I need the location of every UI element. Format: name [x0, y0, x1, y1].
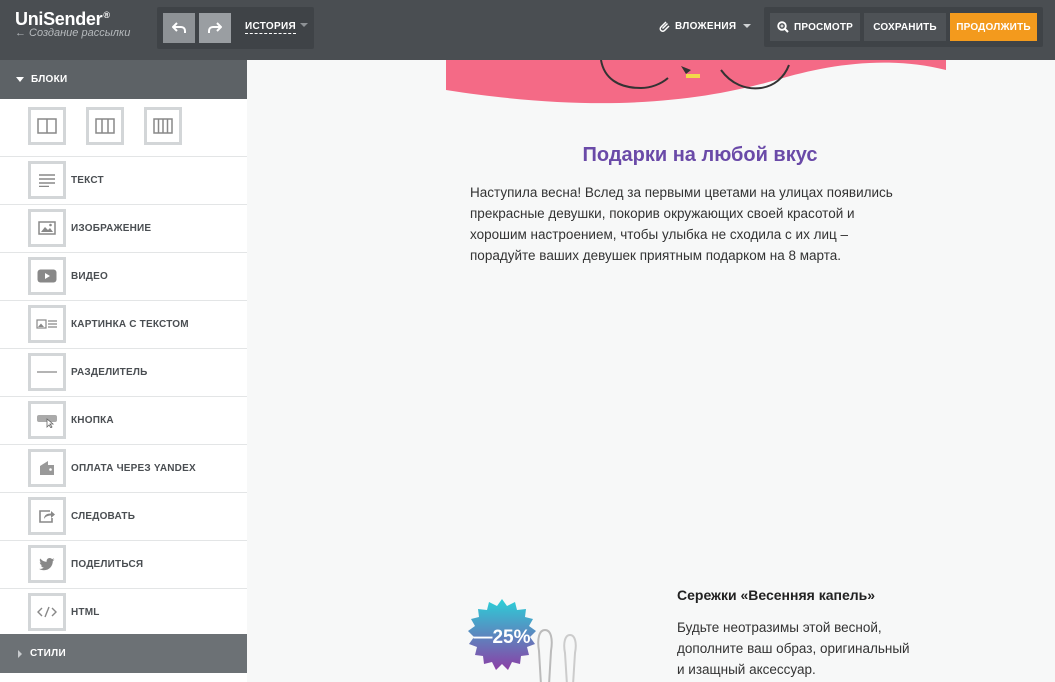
- email-canvas[interactable]: Подарки на любой вкус Наступила весна! В…: [247, 60, 1055, 682]
- redo-button[interactable]: [199, 13, 231, 43]
- back-link-label: Создание рассылки: [29, 27, 131, 39]
- earring-image: [537, 629, 577, 682]
- button-icon: [37, 415, 57, 428]
- block-button[interactable]: КНОПКА: [0, 397, 247, 445]
- divider-icon: [37, 371, 57, 373]
- block-yandex-payment[interactable]: ОПЛАТА ЧЕРЕЗ YANDEX: [0, 445, 247, 493]
- block-html[interactable]: HTML: [0, 589, 247, 637]
- blocks-sidebar: БЛОКИ ТЕКСТ ИЗОБРАЖЕНИЕ ВИДЕО КАРТИНКА С…: [0, 60, 247, 682]
- paperclip-icon: [659, 21, 670, 32]
- email-title[interactable]: Подарки на любой вкус: [470, 144, 930, 167]
- code-icon: [37, 606, 57, 618]
- tile: [28, 401, 66, 439]
- twitter-icon: [39, 557, 55, 570]
- share-icon: [39, 510, 55, 523]
- text-icon: [39, 174, 55, 187]
- tile: [28, 353, 66, 391]
- product-block[interactable]: —25% Сережки «Весенняя капель» Будьте не…: [465, 587, 925, 682]
- tile: [28, 497, 66, 535]
- tile: [28, 545, 66, 583]
- block-label: ПОДЕЛИТЬСЯ: [71, 559, 144, 570]
- email-body-text[interactable]: Наступила весна! Вслед за первыми цветам…: [470, 182, 930, 266]
- block-image-text[interactable]: КАРТИНКА С ТЕКСТОМ: [0, 301, 247, 349]
- block-image[interactable]: ИЗОБРАЖЕНИЕ: [0, 205, 247, 253]
- continue-button[interactable]: ПРОДОЛЖИТЬ: [950, 13, 1037, 41]
- history-dropdown[interactable]: ИСТОРИЯ: [245, 21, 296, 34]
- back-link[interactable]: ← Создание рассылки: [15, 27, 130, 39]
- block-label: ОПЛАТА ЧЕРЕЗ YANDEX: [71, 463, 196, 474]
- top-bar: UniSender® ← Создание рассылки ИСТОРИЯ В…: [0, 0, 1055, 60]
- block-label: КАРТИНКА С ТЕКСТОМ: [71, 319, 189, 330]
- three-columns-icon: [95, 118, 115, 134]
- block-label: КНОПКА: [71, 415, 114, 426]
- block-text[interactable]: ТЕКСТ: [0, 157, 247, 205]
- arrow-left-icon: ←: [15, 27, 26, 39]
- block-video[interactable]: ВИДЕО: [0, 253, 247, 301]
- block-label: ВИДЕО: [71, 271, 108, 282]
- chevron-down-icon: [743, 24, 752, 28]
- block-divider[interactable]: РАЗДЕЛИТЕЛЬ: [0, 349, 247, 397]
- blocks-section-header[interactable]: БЛОКИ: [0, 60, 247, 99]
- tile: [28, 449, 66, 487]
- discount-badge-text: —25%: [473, 627, 530, 648]
- image-icon: [38, 221, 56, 235]
- history-group: ИСТОРИЯ: [157, 7, 314, 49]
- caret-right-icon: [18, 649, 22, 658]
- styles-section-header[interactable]: СТИЛИ: [0, 634, 247, 673]
- two-columns-block[interactable]: [28, 107, 66, 145]
- tile: [28, 209, 66, 247]
- caret-down-icon: [16, 77, 24, 82]
- tile: [28, 161, 66, 199]
- four-columns-block[interactable]: [144, 107, 182, 145]
- block-share[interactable]: ПОДЕЛИТЬСЯ: [0, 541, 247, 589]
- chevron-down-icon[interactable]: [300, 23, 308, 27]
- video-icon: [37, 269, 57, 283]
- attachments-dropdown[interactable]: ВЛОЖЕНИЯ: [658, 20, 752, 32]
- block-label: HTML: [71, 607, 100, 618]
- magnifier-icon: [777, 21, 789, 33]
- undo-button[interactable]: [163, 13, 195, 43]
- tile: [28, 257, 66, 295]
- columns-row: [0, 99, 247, 157]
- two-columns-icon: [37, 118, 57, 134]
- preview-button[interactable]: ПРОСМОТР: [770, 13, 860, 41]
- three-columns-block[interactable]: [86, 107, 124, 145]
- block-label: ИЗОБРАЖЕНИЕ: [71, 223, 152, 234]
- block-label: ТЕКСТ: [71, 175, 104, 186]
- wallet-icon: [40, 461, 54, 475]
- product-title: Сережки «Весенняя капель»: [677, 587, 876, 603]
- redo-icon: [208, 22, 222, 33]
- action-group: ПРОСМОТР СОХРАНИТЬ ПРОДОЛЖИТЬ: [764, 7, 1043, 47]
- block-label: РАЗДЕЛИТЕЛЬ: [71, 367, 148, 378]
- four-columns-icon: [153, 118, 173, 134]
- tile: [28, 593, 66, 631]
- banner-image[interactable]: [446, 60, 946, 110]
- attachments-label: ВЛОЖЕНИЯ: [675, 20, 737, 32]
- image-text-icon: [36, 319, 57, 329]
- block-label: СЛЕДОВАТЬ: [71, 511, 136, 522]
- product-description: Будьте неотразимы этой весной, дополните…: [677, 620, 910, 677]
- save-button[interactable]: СОХРАНИТЬ: [864, 13, 946, 41]
- undo-icon: [172, 22, 186, 33]
- block-follow[interactable]: СЛЕДОВАТЬ: [0, 493, 247, 541]
- tile: [28, 305, 66, 343]
